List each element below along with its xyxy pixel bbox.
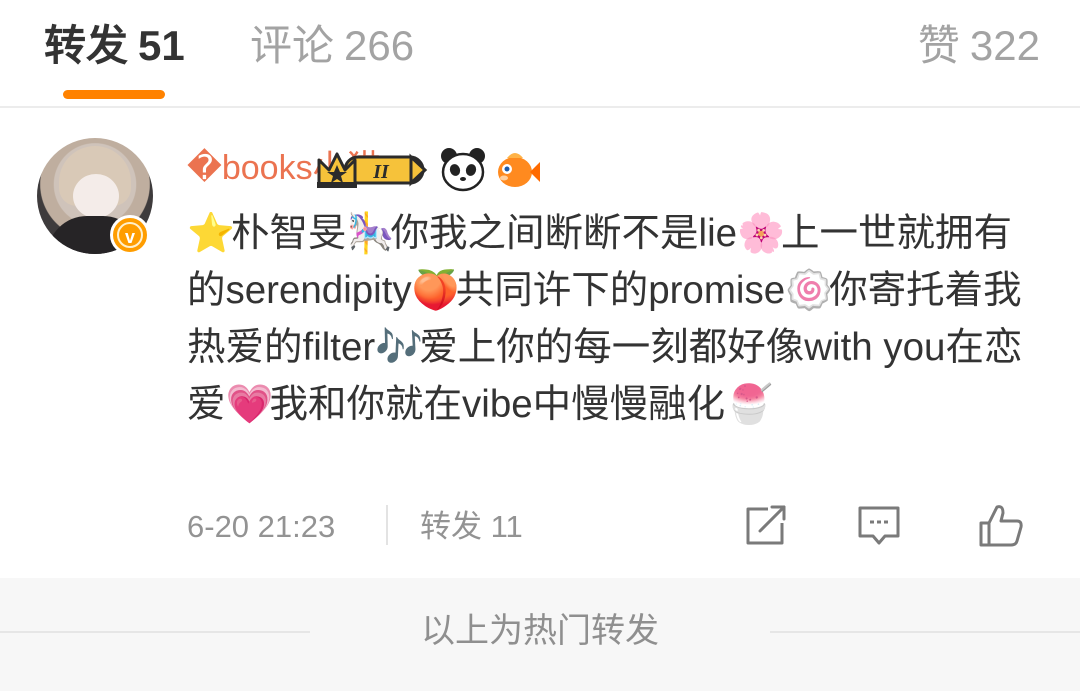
tab-like[interactable]: 赞 322 [918, 18, 1040, 74]
post-meta: 6-20 21:23 转发 11 [187, 501, 1047, 551]
hot-repost-footer: 以上为热门转发 [0, 578, 1080, 691]
blossom-emoji: 🌸 [737, 212, 785, 255]
tab-comment-count: 266 [344, 22, 415, 69]
carousel-emoji: 🎠 [346, 212, 395, 255]
tab-like-label: 赞 [917, 22, 960, 69]
content-seg2: 你我之间断断不是lie [390, 212, 738, 255]
verified-badge-icon: v [110, 215, 150, 255]
shaved-ice-emoji: 🍧 [725, 383, 774, 426]
tab-repost-label: 转发 [44, 22, 129, 69]
notes-emoji: 🎶 [375, 326, 424, 369]
content-seg4: 共同许下的promise [455, 269, 786, 312]
share-icon[interactable] [742, 501, 790, 549]
content-seg1: 朴智旻 [231, 212, 347, 255]
tab-comment[interactable]: 评论 266 [250, 18, 414, 74]
comment-icon[interactable] [855, 501, 903, 549]
fish-icon [498, 153, 540, 187]
tab-bar: 转发 51 评论 266 赞 322 [0, 0, 1080, 108]
heart-emoji: 💗 [225, 383, 274, 426]
like-icon[interactable] [977, 501, 1025, 549]
footer-divider-right [770, 631, 1080, 633]
meta-divider [386, 505, 388, 545]
star-emoji: ⭐ [187, 212, 235, 255]
badge-level-text: II [372, 161, 390, 183]
repost-item[interactable]: v �books小猫 II ⭐朴智旻🎠你我之间断断不是lie🌸上一世就拥有的se… [0, 108, 1080, 578]
naruto-emoji: 🍥 [785, 269, 834, 312]
avatar-face [73, 174, 119, 218]
tab-comment-label: 评论 [250, 22, 335, 69]
tab-repost[interactable]: 转发 51 [44, 18, 185, 74]
post-content: ⭐朴智旻🎠你我之间断断不是lie🌸上一世就拥有的serendipity🍑共同许下… [187, 205, 1047, 433]
post-repost-count[interactable]: 转发 11 [420, 507, 523, 547]
panda-icon [441, 148, 485, 192]
verified-badge-mark: v [117, 222, 143, 248]
tab-like-count: 322 [969, 22, 1040, 69]
post-time: 6-20 21:23 [187, 509, 336, 544]
active-tab-indicator [63, 90, 165, 99]
peach-emoji: 🍑 [411, 269, 460, 312]
crown-level-badge-icon: II [317, 152, 428, 188]
content-seg7: 我和你就在vibe中慢慢融化 [269, 383, 726, 426]
tab-repost-count: 51 [138, 22, 185, 69]
